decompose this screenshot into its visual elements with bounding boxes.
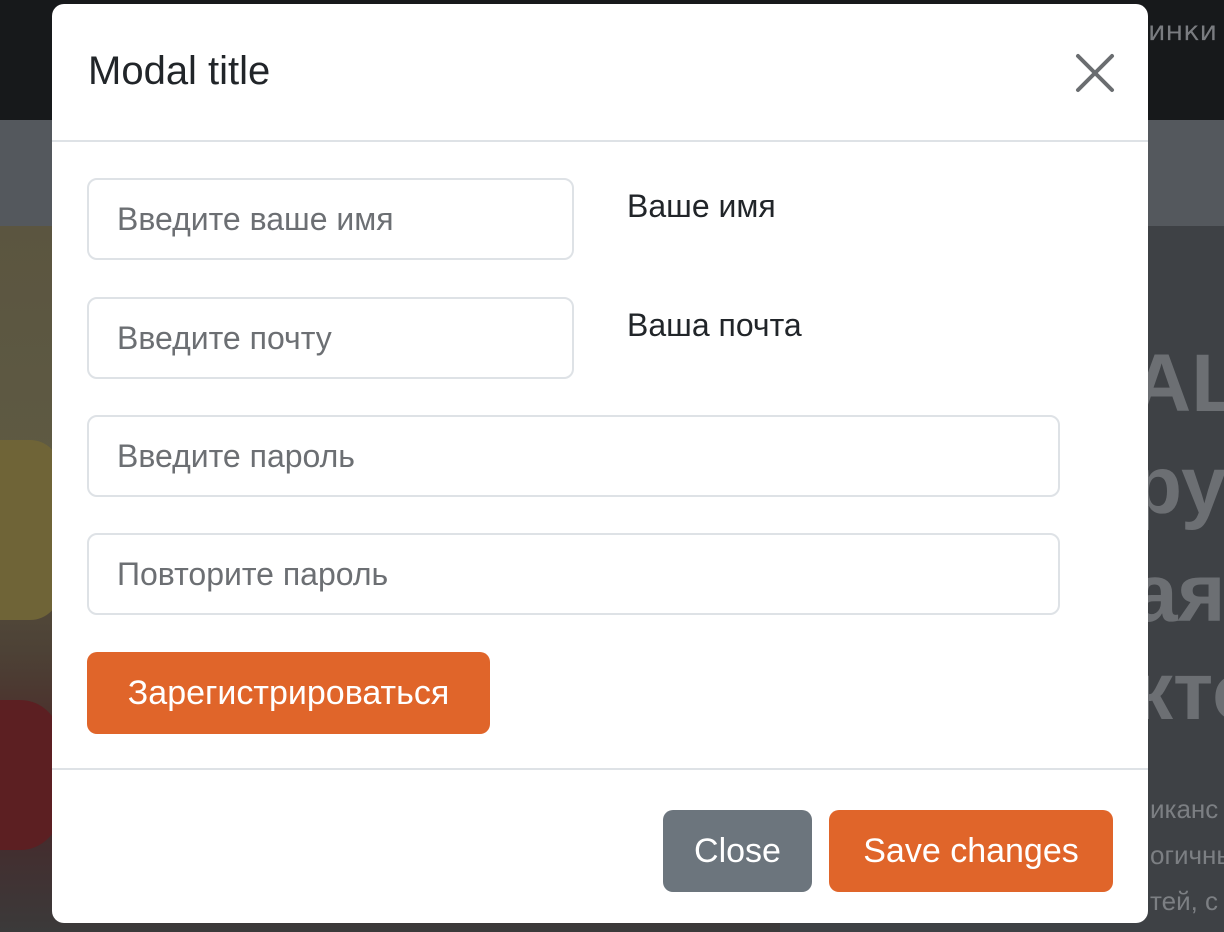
page: инки AL ру ая кто иканс огичны тей, с Mo… bbox=[0, 0, 1224, 932]
close-button[interactable]: Close bbox=[663, 810, 812, 892]
password-input[interactable] bbox=[87, 415, 1060, 497]
email-label: Ваша почта bbox=[627, 307, 802, 343]
name-input[interactable] bbox=[87, 178, 574, 260]
modal-title: Modal title bbox=[88, 49, 271, 93]
background-hero-image-detail bbox=[0, 440, 60, 620]
email-input[interactable] bbox=[87, 297, 574, 379]
background-hero-text-line: тей, с bbox=[1150, 886, 1219, 916]
save-changes-button[interactable]: Save changes bbox=[829, 810, 1113, 892]
background-hero-text-line: огичны bbox=[1150, 840, 1224, 870]
background-hero-image-detail bbox=[0, 700, 60, 850]
modal-body: Ваше имя Ваша почта Зарегистрироваться bbox=[52, 142, 1148, 768]
modal-header: Modal title bbox=[52, 4, 1148, 142]
background-nav-link: инки bbox=[1148, 16, 1218, 47]
name-label: Ваше имя bbox=[627, 188, 776, 224]
register-button[interactable]: Зарегистрироваться bbox=[87, 652, 490, 734]
close-icon[interactable] bbox=[1072, 50, 1118, 96]
modal-dialog: Modal title Ваше имя Ваша почта Зарегист… bbox=[52, 4, 1148, 923]
modal-footer: Close Save changes bbox=[52, 768, 1148, 923]
password-repeat-input[interactable] bbox=[87, 533, 1060, 615]
close-icon-graphic bbox=[1076, 54, 1114, 92]
background-hero-text-line: иканс bbox=[1150, 794, 1219, 824]
